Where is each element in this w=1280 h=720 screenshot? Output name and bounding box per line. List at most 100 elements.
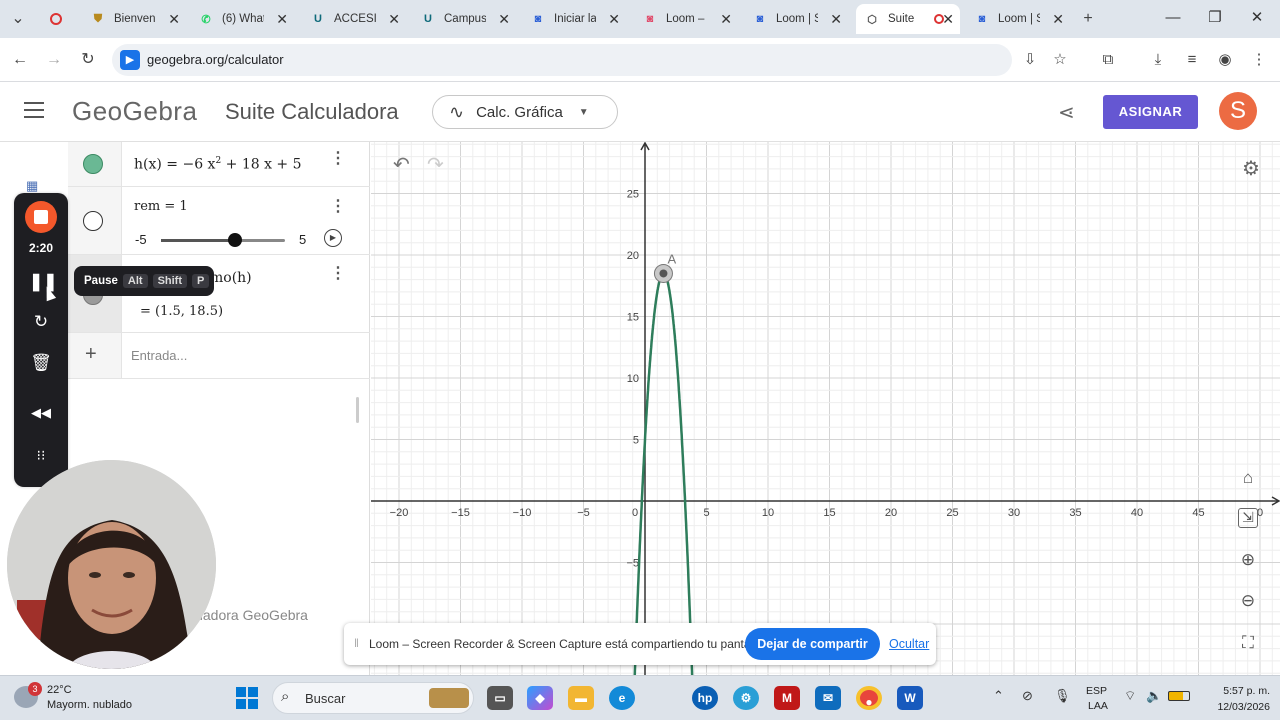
drag-handle-icon[interactable]: ‖ — [354, 636, 359, 650]
browser-tab[interactable]: U ACCESIT ✕ — [302, 4, 406, 34]
play-slider-icon[interactable]: ▶ — [324, 229, 342, 247]
close-window-button[interactable]: ✕ — [1242, 6, 1272, 30]
home-view-icon[interactable]: ⌂ — [1236, 466, 1260, 490]
maximize-button[interactable]: ❐ — [1200, 6, 1230, 30]
minimize-button[interactable]: — — [1158, 6, 1188, 30]
zoom-out-icon[interactable]: ⊖ — [1236, 589, 1260, 613]
rem-expression[interactable]: rem = 1 — [134, 199, 188, 214]
microphone-icon[interactable]: 🎙 — [1054, 688, 1071, 704]
edge-icon[interactable]: e — [609, 686, 635, 710]
back-icon[interactable]: ← — [8, 48, 32, 72]
fullscreen-icon[interactable]: ⛶ — [1236, 631, 1260, 655]
rem-slider-track[interactable] — [161, 233, 285, 247]
url-text[interactable]: geogebra.org/calculator — [147, 52, 284, 67]
close-tab-icon[interactable]: ✕ — [388, 11, 400, 28]
clock-date[interactable]: 12/03/2026 — [1200, 701, 1270, 713]
browser-tab[interactable]: ◙ Iniciar la ✕ — [522, 4, 626, 34]
user-avatar[interactable]: S — [1219, 92, 1257, 130]
weather-temp[interactable]: 22°C — [47, 684, 72, 696]
weather-desc[interactable]: Mayorm. nublado — [47, 699, 132, 711]
style-bar-icon[interactable]: ⇲ — [1238, 508, 1258, 528]
volume-icon[interactable]: 🔈 — [1146, 688, 1162, 704]
outlook-icon[interactable]: ✉ — [815, 686, 841, 710]
add-item-icon[interactable]: + — [85, 343, 97, 366]
rewind-icon[interactable]: ◀◀ — [29, 401, 53, 425]
lang-top[interactable]: ESP — [1086, 685, 1107, 697]
battery-icon[interactable] — [1168, 691, 1190, 701]
stop-recording-button[interactable] — [25, 201, 57, 233]
algebra-input-row[interactable]: + Entrada... — [68, 333, 370, 379]
browser-tab[interactable]: ⛊ Bienveni ✕ — [82, 4, 186, 34]
restart-icon[interactable]: ↻ — [29, 310, 53, 334]
geogebra-logo[interactable]: GeoGebra — [72, 96, 197, 127]
redo-icon[interactable]: ↷ — [427, 152, 444, 177]
close-tab-icon[interactable]: ✕ — [276, 11, 288, 28]
close-tab-icon[interactable]: ✕ — [608, 11, 620, 28]
mcafee-icon[interactable]: M — [774, 686, 800, 710]
hp-icon[interactable]: hp — [692, 686, 718, 710]
more-options-icon[interactable]: ⋮ — [330, 151, 346, 167]
app-selector[interactable]: ∿ Calc. Gráfica ▼ — [432, 95, 618, 129]
start-button[interactable] — [236, 687, 258, 709]
close-tab-icon[interactable]: ✕ — [1052, 11, 1064, 28]
new-tab-button[interactable]: + — [1076, 7, 1100, 31]
extremo-expression[interactable]: mo(h) — [210, 270, 252, 286]
browser-tab[interactable]: ◙ Loom | S ✕ — [966, 4, 1070, 34]
file-explorer-icon[interactable]: ▬ — [568, 686, 594, 710]
taskbar-search[interactable]: ⌕ Buscar — [272, 682, 474, 714]
assign-button[interactable]: ASIGNAR — [1103, 95, 1198, 129]
visibility-toggle-rem[interactable] — [83, 211, 103, 231]
word-icon[interactable]: W — [897, 686, 923, 710]
copilot-icon[interactable]: ◆ — [527, 686, 553, 710]
more-options-icon[interactable]: ⋮ — [330, 199, 346, 215]
algebra-input[interactable]: Entrada... — [131, 348, 187, 363]
location-off-icon[interactable]: ⊘ — [1022, 688, 1033, 704]
browser-tab[interactable]: ◙ Loom – C ✕ — [634, 4, 738, 34]
panel-resize-handle[interactable] — [356, 397, 359, 423]
close-tab-icon[interactable]: ✕ — [720, 11, 732, 28]
graph-canvas[interactable]: −20 −15 −10 −5 0 5 10 15 20 25 30 35 40 45 0252015105−… — [371, 142, 1280, 675]
webcam-bubble[interactable] — [7, 460, 216, 669]
more-tools-icon[interactable]: ⁝⁝ — [29, 443, 53, 467]
site-info-icon[interactable]: ▶ — [120, 50, 140, 70]
hamburger-menu-icon[interactable] — [24, 102, 44, 123]
chrome-icon[interactable]: ● — [856, 686, 882, 710]
close-tab-icon[interactable]: ✕ — [498, 11, 510, 28]
visibility-toggle-h[interactable] — [83, 154, 103, 174]
hide-banner-link[interactable]: Ocultar — [889, 637, 929, 651]
lang-bottom[interactable]: LAA — [1088, 700, 1108, 712]
browser-tab[interactable]: U Campus ✕ — [412, 4, 516, 34]
wifi-icon[interactable]: ⌔ — [1124, 688, 1136, 704]
browser-tab[interactable]: ◙ Loom | S ✕ — [744, 4, 848, 34]
install-app-icon[interactable]: ⇩ — [1018, 48, 1042, 72]
clock-time[interactable]: 5:57 p. m. — [1206, 685, 1270, 697]
calculator-icon[interactable]: ▦ — [26, 178, 38, 194]
graphics-view[interactable]: −20 −15 −10 −5 0 5 10 15 20 25 30 35 40 45 0 25 20 15 10 5−… — [371, 142, 1280, 675]
close-tab-icon[interactable]: ✕ — [168, 11, 180, 28]
extensions-icon[interactable]: ⧉ — [1096, 48, 1120, 72]
rem-slider-thumb[interactable] — [228, 233, 242, 247]
bookmark-star-icon[interactable]: ☆ — [1048, 48, 1072, 72]
algebra-row-rem[interactable]: rem = 1 ⋮ -5 5 ▶ — [68, 187, 370, 255]
more-options-icon[interactable]: ⋮ — [330, 266, 346, 282]
tab-search-chevron-icon[interactable]: ⌄ — [6, 7, 30, 31]
delete-icon[interactable]: 🗑 — [29, 351, 53, 375]
h-expression[interactable]: h(x) = −6 x2 + 18 x + 5 — [134, 156, 302, 173]
share-icon[interactable]: ⋖ — [1058, 100, 1075, 125]
profile-icon[interactable]: ◉ — [1213, 48, 1237, 72]
stop-sharing-button[interactable]: Dejar de compartir — [745, 628, 880, 660]
omnibox[interactable]: ▶ geogebra.org/calculator — [112, 44, 1012, 76]
graph-settings-icon[interactable]: ⚙ — [1242, 156, 1260, 181]
settings-app-icon[interactable]: ⚙ — [733, 686, 759, 710]
media-control-icon[interactable]: ≡ — [1180, 48, 1204, 72]
undo-icon[interactable]: ↶ — [393, 152, 410, 177]
task-view-icon[interactable]: ▭ — [487, 686, 513, 710]
browser-tab[interactable]: ⬡ Suite ✕ — [856, 4, 960, 34]
chrome-menu-icon[interactable]: ⋮ — [1247, 48, 1271, 72]
forward-icon[interactable]: → — [42, 48, 66, 72]
downloads-icon[interactable]: ⤓ — [1146, 48, 1170, 72]
browser-tab[interactable]: ✆ (6) What ✕ — [190, 4, 294, 34]
close-tab-icon[interactable]: ✕ — [830, 11, 842, 28]
show-hidden-icons[interactable]: ⌃ — [993, 688, 1004, 704]
close-tab-icon[interactable]: ✕ — [942, 11, 954, 28]
